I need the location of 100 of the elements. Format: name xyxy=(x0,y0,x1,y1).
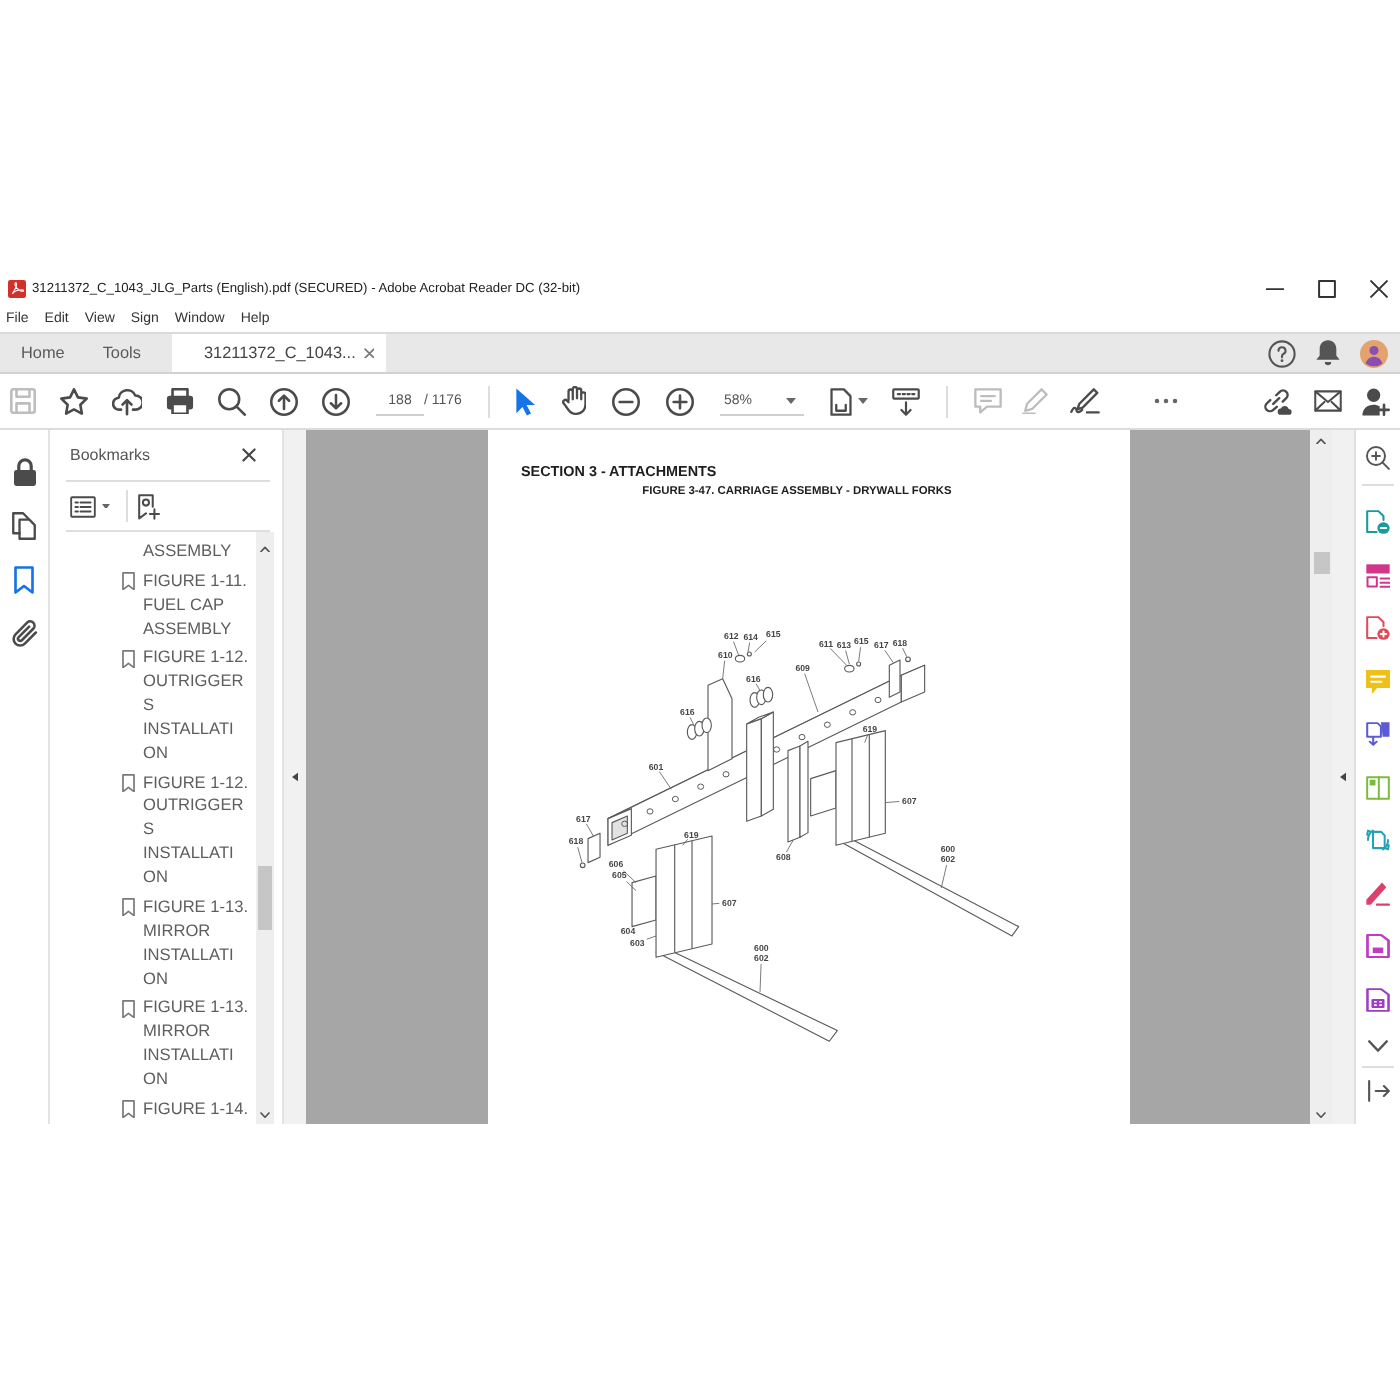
help-icon[interactable] xyxy=(1268,339,1296,367)
zoom-out-icon[interactable] xyxy=(612,387,641,415)
tab[interactable]: 31211372_C_1043... xyxy=(171,334,387,372)
hanger-plate xyxy=(706,678,732,772)
leader-line xyxy=(732,641,739,657)
caret-up-icon[interactable] xyxy=(260,546,270,553)
scrollbar-thumb[interactable] xyxy=(258,866,272,931)
caret-up-icon[interactable] xyxy=(1316,438,1326,445)
caret-icon xyxy=(857,398,868,404)
bookmark-icon xyxy=(122,1100,135,1119)
options-dropdown[interactable] xyxy=(70,495,110,517)
leader-line xyxy=(857,647,860,663)
spacer xyxy=(748,687,773,709)
scrollbar-thumb[interactable] xyxy=(1313,552,1329,575)
caret-down-icon[interactable] xyxy=(1316,1111,1326,1118)
leader-line xyxy=(901,648,907,658)
pdf-file-icon xyxy=(8,280,26,298)
pen-icon[interactable] xyxy=(1366,881,1390,905)
bookmark-icon xyxy=(122,649,135,668)
page-fit-icon xyxy=(829,387,852,415)
more-icon[interactable] xyxy=(1153,398,1178,404)
printer-icon[interactable] xyxy=(166,387,194,415)
document-minus-icon[interactable] xyxy=(1366,510,1390,534)
leader-line xyxy=(645,935,656,941)
bell-icon[interactable] xyxy=(1316,340,1340,366)
zoom-in-icon[interactable] xyxy=(666,387,695,415)
fastener xyxy=(733,651,751,663)
bookmark-icon xyxy=(122,999,135,1018)
zoom-in-icon[interactable] xyxy=(1366,446,1390,470)
caret-icon xyxy=(785,397,796,403)
leader-line xyxy=(754,683,760,692)
bookmark-icon xyxy=(122,773,135,793)
leader-line xyxy=(803,673,818,713)
close-icon[interactable] xyxy=(1370,280,1388,298)
avatar-icon[interactable] xyxy=(1360,339,1388,367)
mail-icon[interactable] xyxy=(1313,390,1341,412)
leader-line xyxy=(584,823,593,837)
document-plus-icon[interactable] xyxy=(1366,616,1390,640)
arrow-bar-right-icon[interactable] xyxy=(1367,1080,1389,1102)
bookmark-icon xyxy=(122,572,135,591)
leader-line xyxy=(681,839,687,847)
hand-icon[interactable] xyxy=(561,386,587,416)
leader-line xyxy=(883,801,899,804)
search-icon[interactable] xyxy=(218,387,246,415)
close-icon[interactable] xyxy=(242,448,256,462)
leader-line xyxy=(883,650,893,664)
leader-line xyxy=(746,642,750,653)
list-icon xyxy=(70,495,96,517)
pointer-icon[interactable] xyxy=(515,387,536,415)
star-icon[interactable] xyxy=(60,387,88,415)
leader-line xyxy=(758,963,761,993)
layout-icon[interactable] xyxy=(1366,563,1390,587)
tab[interactable]: Home xyxy=(2,334,84,372)
add-user-icon[interactable] xyxy=(1362,387,1390,415)
bookmark-item[interactable]: FIGURE 1-14. xyxy=(143,1097,252,1122)
paperclip-icon[interactable] xyxy=(11,620,37,647)
panel-title: Bookmarks xyxy=(70,446,151,464)
document-rotate-icon[interactable] xyxy=(1366,828,1390,852)
bookmark-item[interactable]: FIGURE 1-12. OUTRIGGERS INSTALLATION xyxy=(143,646,252,766)
bookmark-item[interactable]: FIGURE 1-13. MIRROR INSTALLATION xyxy=(143,895,252,991)
bookmark-item[interactable]: ASSEMBLY xyxy=(143,540,252,564)
bookmark-plus-icon[interactable] xyxy=(138,493,160,519)
bookmark-item[interactable]: FIGURE 1-13. MIRROR INSTALLATION xyxy=(143,996,252,1092)
fastener xyxy=(843,661,861,673)
leader-line xyxy=(721,660,725,680)
leader-line xyxy=(576,847,582,864)
leader-line xyxy=(753,640,766,653)
leader-line xyxy=(863,734,868,744)
scroll-arrow-icon[interactable] xyxy=(891,387,920,415)
bookmark-item[interactable]: FIGURE 1-12. OUTRIGGERS INSTALLATION xyxy=(143,771,252,891)
pages-icon[interactable] xyxy=(12,512,36,540)
caret-icon xyxy=(102,503,110,509)
leader-line xyxy=(688,717,693,725)
documents-icon[interactable] xyxy=(1366,722,1390,746)
pen-signature-icon[interactable] xyxy=(1069,388,1100,414)
link-cloud-icon[interactable] xyxy=(1262,387,1292,415)
arrow-up-circle-icon[interactable] xyxy=(270,387,298,415)
bookmark-icon[interactable] xyxy=(14,566,34,594)
cloud-upload-icon[interactable] xyxy=(112,387,142,415)
leader-line xyxy=(939,865,947,889)
document-grid-icon[interactable] xyxy=(1366,987,1390,1011)
collapse-arrow-icon[interactable] xyxy=(1339,772,1347,782)
end-plate xyxy=(887,656,910,699)
center-post xyxy=(745,711,773,823)
chevron-down-icon[interactable] xyxy=(1368,1040,1388,1052)
leader-line xyxy=(710,903,719,905)
collapse-arrow-icon[interactable] xyxy=(291,772,299,782)
rear-post xyxy=(786,741,808,843)
arrow-down-circle-icon[interactable] xyxy=(322,387,350,415)
maximize-icon[interactable] xyxy=(1318,280,1336,298)
spacer xyxy=(685,717,711,741)
caret-down-icon[interactable] xyxy=(260,1111,270,1118)
document-icon[interactable] xyxy=(1366,934,1390,958)
bookmark-item[interactable]: FIGURE 1-11. FUEL CAP ASSEMBLY xyxy=(143,569,252,641)
minimize-icon[interactable] xyxy=(1266,287,1284,291)
page-fit-dropdown[interactable] xyxy=(829,387,868,415)
lock-icon[interactable] xyxy=(13,458,35,486)
leader-line xyxy=(657,771,671,791)
bookmark-icon xyxy=(122,898,135,917)
tab[interactable]: Tools xyxy=(83,334,160,372)
